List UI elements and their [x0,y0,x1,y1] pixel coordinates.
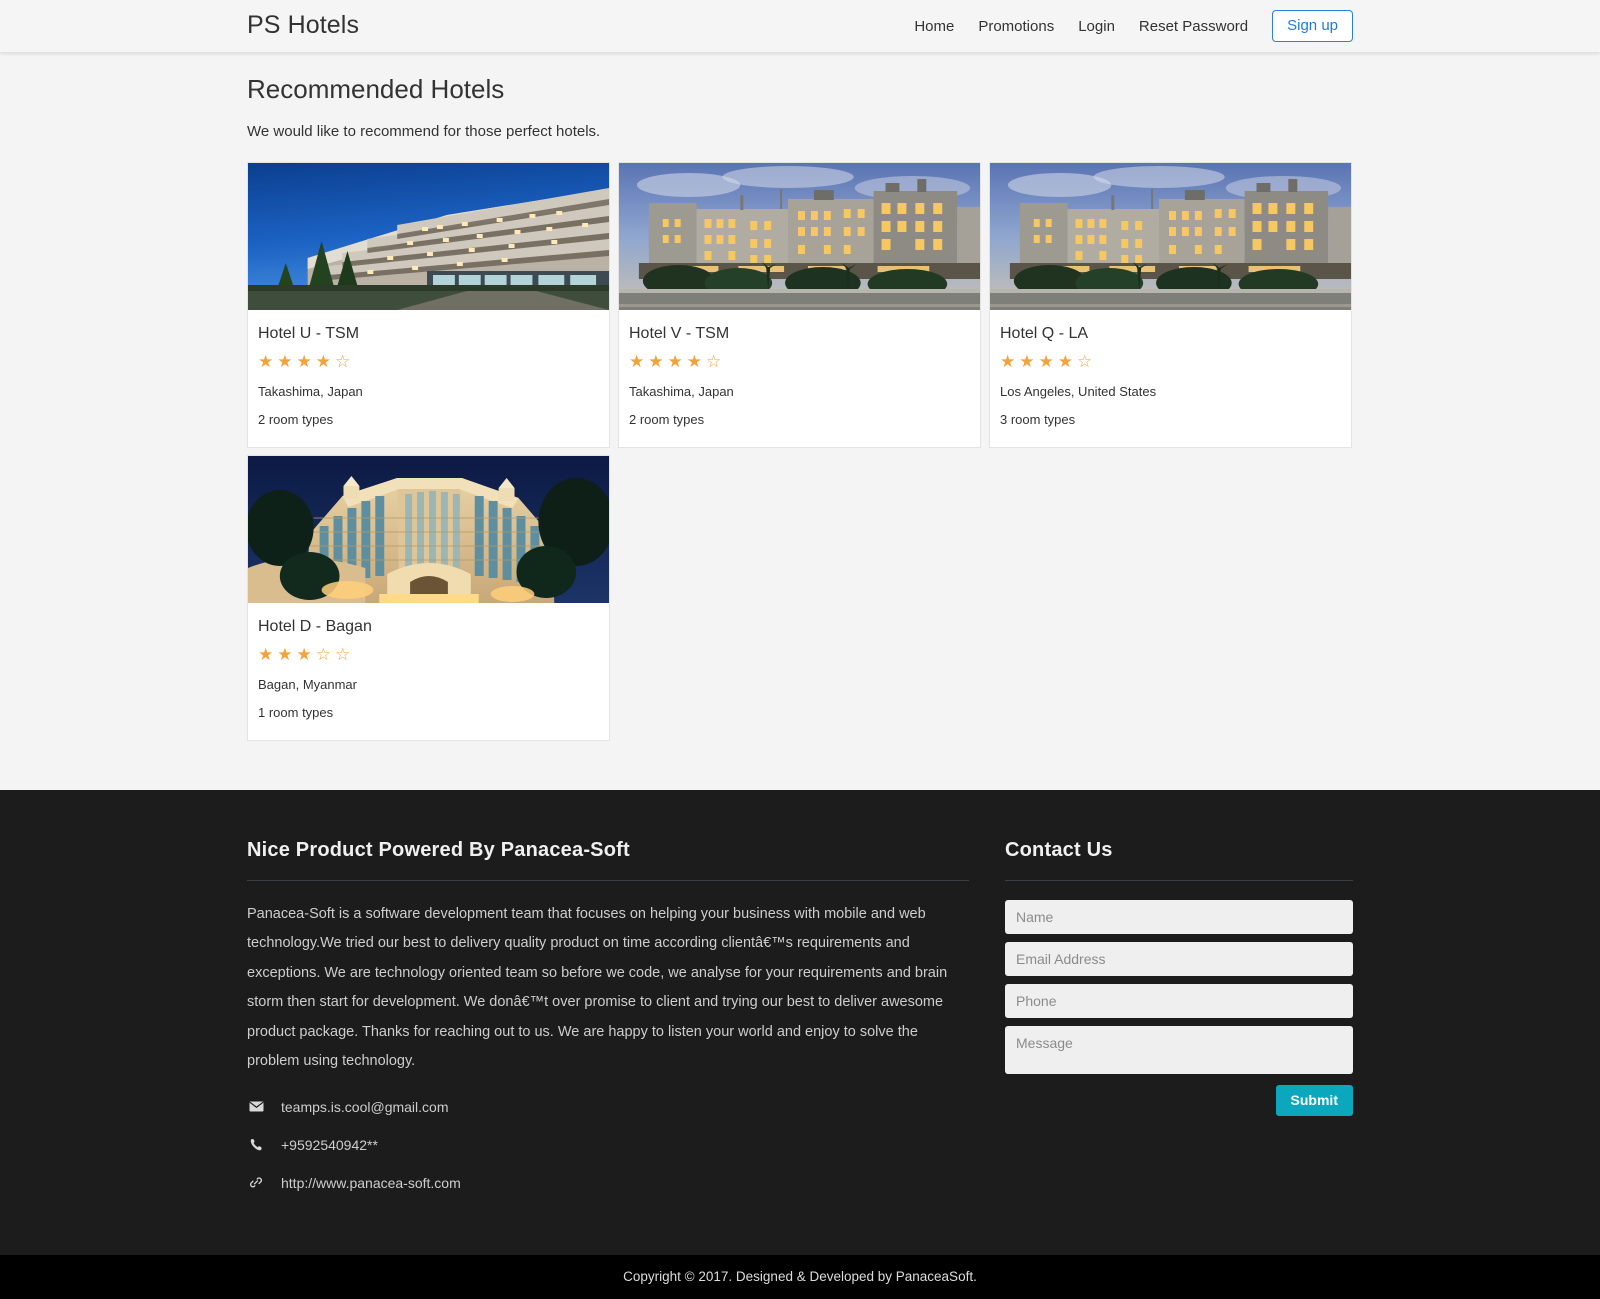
brand-logo[interactable]: PS Hotels [247,12,359,40]
contact-name-input[interactable] [1005,900,1353,934]
hotel-room-types: 2 room types [258,411,334,427]
star-empty: ☆ [315,644,331,664]
footer-contact-website[interactable]: http://www.panacea-soft.com [247,1175,969,1191]
star-filled: ★ [1057,351,1073,371]
site-header: PS Hotels Home Promotions Login Reset Pa… [0,0,1600,53]
star-filled: ★ [258,644,274,664]
main-content: Recommended Hotels We would like to reco… [0,53,1600,790]
main-navigation: Home Promotions Login Reset Password Sig… [902,10,1353,42]
hotel-location: Bagan, Myanmar [258,676,357,692]
footer-contact-heading: Contact Us [1005,839,1113,861]
hotel-card[interactable]: Hotel U - TSM ★ ★ ★ ★ ☆ Takashima, Japan… [247,161,610,448]
hotel-rating-stars: ★ ★ ★ ★ ☆ [629,353,970,370]
footer-contact-email[interactable]: teamps.is.cool@gmail.com [247,1099,969,1115]
hotel-card[interactable]: Hotel D - Bagan ★ ★ ★ ☆ ☆ Bagan, Myanmar… [247,454,610,741]
sign-up-button[interactable]: Sign up [1272,10,1353,42]
hotel-rating-stars: ★ ★ ★ ★ ☆ [258,353,599,370]
copyright-bar: Copyright © 2017. Designed & Developed b… [0,1254,1600,1299]
hotel-image-evening-hotel-lit-windows[interactable] [619,162,980,310]
header-inner: PS Hotels Home Promotions Login Reset Pa… [247,0,1353,52]
footer-phone-text: +9592540942** [281,1136,378,1153]
footer-inner: Nice Product Powered By Panacea-Soft Pan… [247,838,1353,1213]
hotel-name: Hotel D - Bagan [258,617,372,635]
link-icon [247,1176,265,1189]
hotel-location: Takashima, Japan [258,383,363,399]
star-empty: ☆ [335,351,351,371]
star-filled: ★ [648,351,664,371]
footer-contact-divider [1005,880,1353,881]
hotel-card[interactable]: Hotel Q - LA ★ ★ ★ ★ ☆ Los Angeles, Unit… [989,161,1352,448]
star-filled: ★ [315,351,331,371]
star-filled: ★ [667,351,683,371]
star-filled: ★ [1038,351,1054,371]
hotel-name: Hotel Q - LA [1000,324,1089,342]
nav-item-login[interactable]: Login [1066,19,1127,34]
content-container: Recommended Hotels We would like to reco… [247,73,1353,741]
contact-email-input[interactable] [1005,942,1353,976]
footer-about-text: Panacea-Soft is a software development t… [247,906,948,1070]
hotel-image-modern-hotel-blue-sky[interactable] [248,162,609,310]
star-filled: ★ [629,351,645,371]
hotel-card-body: Hotel U - TSM ★ ★ ★ ★ ☆ Takashima, Japan… [248,310,609,447]
nav-item-home[interactable]: Home [902,19,966,34]
footer-website-text: http://www.panacea-soft.com [281,1174,461,1191]
hotel-rating-stars: ★ ★ ★ ★ ☆ [1000,353,1341,370]
star-filled: ★ [296,644,312,664]
hotel-room-types: 3 room types [1000,411,1076,427]
nav-item-reset-password[interactable]: Reset Password [1127,19,1260,34]
star-empty: ☆ [335,644,351,664]
envelope-icon [247,1101,265,1112]
hotel-room-types: 2 room types [629,411,705,427]
hotel-card-grid: Hotel U - TSM ★ ★ ★ ★ ☆ Takashima, Japan… [247,161,1353,741]
page-title: Recommended Hotels [247,74,505,104]
copyright-text: Copyright © 2017. Designed & Developed b… [623,1268,977,1284]
contact-phone-input[interactable] [1005,984,1353,1018]
star-empty: ☆ [1077,351,1093,371]
submit-button-wrapper: Submit [1005,1085,1353,1116]
contact-message-input[interactable] [1005,1026,1353,1074]
hotel-rating-stars: ★ ★ ★ ☆ ☆ [258,646,599,663]
star-filled: ★ [1000,351,1016,371]
hotel-card-body: Hotel Q - LA ★ ★ ★ ★ ☆ Los Angeles, Unit… [990,310,1351,447]
star-filled: ★ [258,351,274,371]
hotel-name: Hotel V - TSM [629,324,730,342]
hotel-card-body: Hotel V - TSM ★ ★ ★ ★ ☆ Takashima, Japan… [619,310,980,447]
star-filled: ★ [277,351,293,371]
footer-contact-phone[interactable]: +9592540942** [247,1137,969,1153]
nav-item-promotions[interactable]: Promotions [966,19,1066,34]
hotel-location: Los Angeles, United States [1000,383,1157,399]
hotel-name: Hotel U - TSM [258,324,360,342]
star-empty: ☆ [706,351,722,371]
hotel-image-evening-hotel-lit-windows[interactable] [990,162,1351,310]
hotel-room-types: 1 room types [258,704,334,720]
footer-about-divider [247,880,969,881]
hotel-image-grand-ornate-hotel-night[interactable] [248,455,609,603]
page-subtitle: We would like to recommend for those per… [247,122,601,140]
star-filled: ★ [296,351,312,371]
footer-email-text: teamps.is.cool@gmail.com [281,1098,449,1115]
hotel-location: Takashima, Japan [629,383,734,399]
hotel-card[interactable]: Hotel V - TSM ★ ★ ★ ★ ☆ Takashima, Japan… [618,161,981,448]
submit-button[interactable]: Submit [1275,1085,1353,1116]
footer-about-heading: Nice Product Powered By Panacea-Soft [247,839,630,861]
site-footer: Nice Product Powered By Panacea-Soft Pan… [0,790,1600,1255]
star-filled: ★ [1019,351,1035,371]
hotel-card-body: Hotel D - Bagan ★ ★ ★ ☆ ☆ Bagan, Myanmar… [248,603,609,740]
star-filled: ★ [686,351,702,371]
phone-icon [247,1138,265,1151]
footer-contact-column: Contact Us Submit [1005,838,1353,1213]
footer-about-column: Nice Product Powered By Panacea-Soft Pan… [247,838,969,1213]
star-filled: ★ [277,644,293,664]
